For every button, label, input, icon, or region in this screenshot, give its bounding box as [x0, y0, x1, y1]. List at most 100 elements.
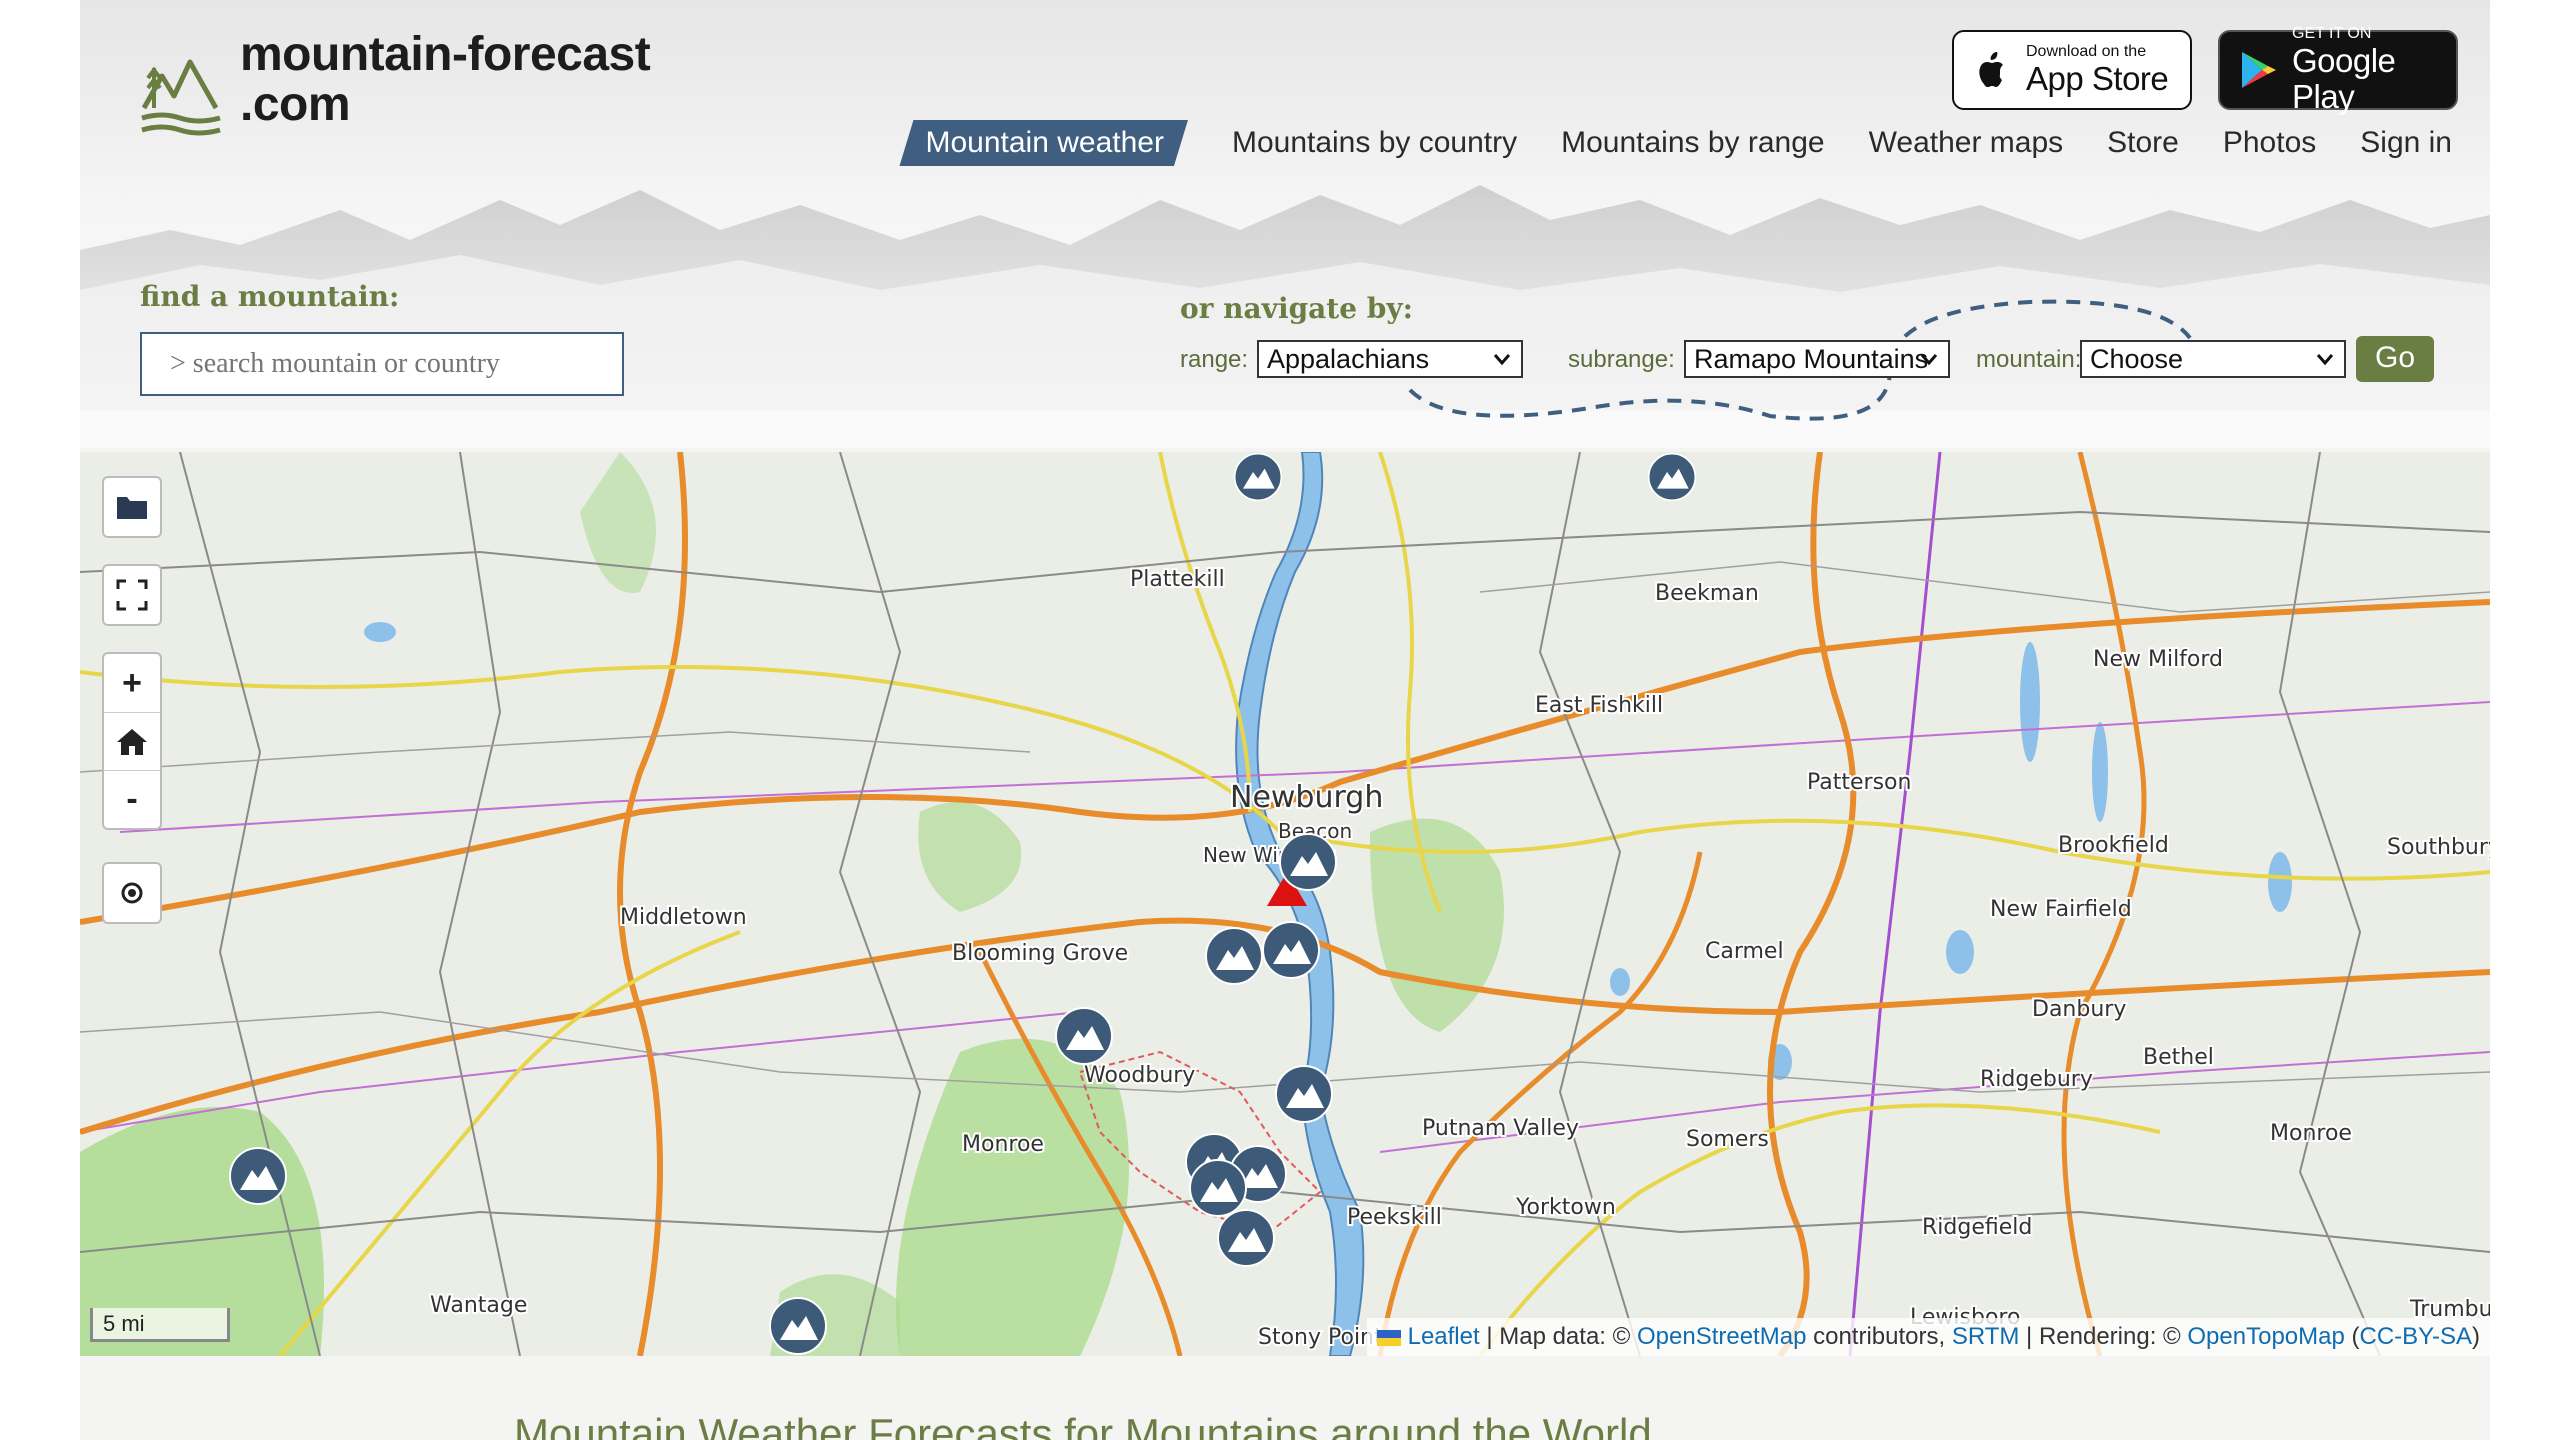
chevron-down-icon: [2316, 354, 2334, 366]
map-label: Somers: [1686, 1127, 1769, 1152]
layers-button[interactable]: [104, 478, 160, 536]
fullscreen-icon: [116, 579, 148, 611]
app-store-button[interactable]: Download on the App Store: [1952, 30, 2192, 110]
layers-control[interactable]: [102, 476, 162, 538]
logo-text-line2: .com: [240, 78, 351, 131]
attribution-text: | Rendering: ©: [2019, 1323, 2188, 1350]
map-label: Putnam Valley: [1422, 1116, 1579, 1141]
section-title: Mountain Weather Forecasts for Mountains…: [514, 1410, 1652, 1440]
map-label: Ridgebury: [1980, 1067, 2093, 1092]
attribution-text: ): [2472, 1323, 2480, 1350]
opentopomap-link[interactable]: OpenTopoMap: [2187, 1323, 2344, 1350]
nav-photos[interactable]: Photos: [2223, 120, 2316, 166]
mountain-marker-icon[interactable]: [228, 1146, 288, 1206]
map-label: Beekman: [1655, 581, 1759, 606]
find-mountain-label: find a mountain:: [140, 280, 400, 313]
fullscreen-button[interactable]: [104, 566, 160, 624]
license-link[interactable]: CC-BY-SA: [2360, 1323, 2472, 1350]
home-icon: [117, 728, 147, 755]
mountain-label: mountain:: [1976, 346, 2082, 373]
map-label: Patterson: [1807, 770, 1911, 795]
map-label: Bethel: [2143, 1045, 2214, 1070]
logo-text-line1: mountain-forecast: [240, 28, 651, 81]
nav-store[interactable]: Store: [2107, 120, 2179, 166]
mountain-marker-icon[interactable]: [1261, 920, 1321, 980]
map-label: New Fairfield: [1990, 897, 2132, 922]
attribution-text: (: [2344, 1323, 2360, 1350]
header: mountain-forecast .com Download on the A…: [80, 0, 2490, 448]
range-select-value: Appalachians: [1267, 344, 1430, 374]
mountain-marker-icon[interactable]: [1204, 926, 1264, 986]
mountain-marker-icon[interactable]: [1278, 832, 1338, 892]
app-store-big: App Store: [2026, 60, 2169, 97]
subrange-select[interactable]: Ramapo Mountains: [1684, 340, 1950, 378]
zoom-in-button[interactable]: +: [104, 654, 160, 712]
range-select[interactable]: Appalachians: [1257, 340, 1523, 378]
map-label: Plattekill: [1130, 567, 1225, 592]
range-label: range:: [1180, 346, 1249, 373]
map-label: Peekskill: [1347, 1205, 1442, 1230]
map-label: East Fishkill: [1535, 693, 1663, 718]
search-input[interactable]: [140, 332, 624, 396]
map-label: Danbury: [2032, 997, 2126, 1022]
map-label: Southbury: [2387, 835, 2490, 860]
locate-control[interactable]: [102, 862, 162, 924]
chevron-down-icon: [1493, 354, 1511, 366]
google-play-icon: [2242, 52, 2276, 88]
attribution-text: contributors,: [1806, 1323, 1952, 1350]
map-label: Monroe: [2270, 1121, 2352, 1146]
map-label: Blooming Grove: [952, 941, 1128, 966]
map-label: Stony Point: [1258, 1325, 1383, 1350]
map-attribution: Leaflet | Map data: © OpenStreetMap cont…: [1366, 1318, 2490, 1356]
map-label: Woodbury: [1084, 1063, 1195, 1088]
zoom-out-button[interactable]: -: [104, 770, 160, 828]
leaflet-link[interactable]: Leaflet: [1408, 1323, 1480, 1350]
google-play-small: GET IT ON: [2292, 25, 2372, 42]
map-label: Wantage: [430, 1293, 527, 1318]
mountain-select-value: Choose: [2090, 344, 2184, 374]
google-play-big: Google Play: [2292, 42, 2396, 115]
mountain-select[interactable]: Choose: [2080, 340, 2346, 378]
srtm-link[interactable]: SRTM: [1952, 1323, 2020, 1350]
subrange-label: subrange:: [1568, 346, 1675, 373]
go-button[interactable]: Go: [2356, 336, 2434, 382]
nav-mountains-by-range[interactable]: Mountains by range: [1561, 120, 1825, 166]
topo-map-layer[interactable]: Plattekill Beekman New Milford East Fish…: [80, 452, 2490, 1356]
zoom-control: + -: [102, 652, 162, 830]
nav-mountain-weather[interactable]: Mountain weather: [899, 120, 1187, 166]
fullscreen-control[interactable]: [102, 564, 162, 626]
page: mountain-forecast .com Download on the A…: [80, 0, 2490, 1440]
ukraine-flag-icon: [1376, 1330, 1401, 1346]
map-label: Brookfield: [2058, 833, 2169, 858]
mountain-marker-icon[interactable]: [768, 1296, 828, 1356]
locate-icon: [121, 882, 143, 904]
openstreetmap-link[interactable]: OpenStreetMap: [1637, 1323, 1806, 1350]
mountain-marker-icon[interactable]: [1642, 452, 1702, 502]
logo[interactable]: mountain-forecast .com: [140, 28, 651, 138]
mountain-marker-icon[interactable]: [1228, 452, 1288, 502]
nav-mountains-by-country[interactable]: Mountains by country: [1232, 120, 1517, 166]
map[interactable]: Plattekill Beekman New Milford East Fish…: [80, 452, 2490, 1356]
attribution-text: | Map data: ©: [1479, 1323, 1637, 1350]
main-nav: Mountain weather Mountains by country Mo…: [899, 120, 2452, 166]
map-label: Ridgefield: [1922, 1215, 2032, 1240]
locate-button[interactable]: [104, 864, 160, 922]
nav-sign-in[interactable]: Sign in: [2360, 120, 2452, 166]
app-store-small: Download on the: [2026, 43, 2147, 60]
nav-weather-maps[interactable]: Weather maps: [1869, 120, 2064, 166]
map-label: Yorktown: [1515, 1195, 1616, 1220]
google-play-button[interactable]: GET IT ON Google Play: [2218, 25, 2458, 115]
mountain-marker-icon[interactable]: [1216, 1208, 1276, 1268]
subrange-select-value: Ramapo Mountains: [1694, 344, 1929, 374]
map-label: New Milford: [2093, 647, 2223, 672]
map-label: Middletown: [620, 905, 747, 930]
apple-icon: [1979, 52, 2003, 87]
home-button[interactable]: [104, 712, 160, 770]
map-scale: 5 mi: [90, 1308, 230, 1342]
mountain-marker-icon[interactable]: [1054, 1006, 1114, 1066]
map-label: Monroe: [962, 1132, 1044, 1157]
map-label: Newburgh: [1230, 780, 1383, 815]
mountain-marker-icon[interactable]: [1274, 1064, 1334, 1124]
map-label: Carmel: [1705, 939, 1784, 964]
logo-text: mountain-forecast .com: [240, 28, 651, 131]
